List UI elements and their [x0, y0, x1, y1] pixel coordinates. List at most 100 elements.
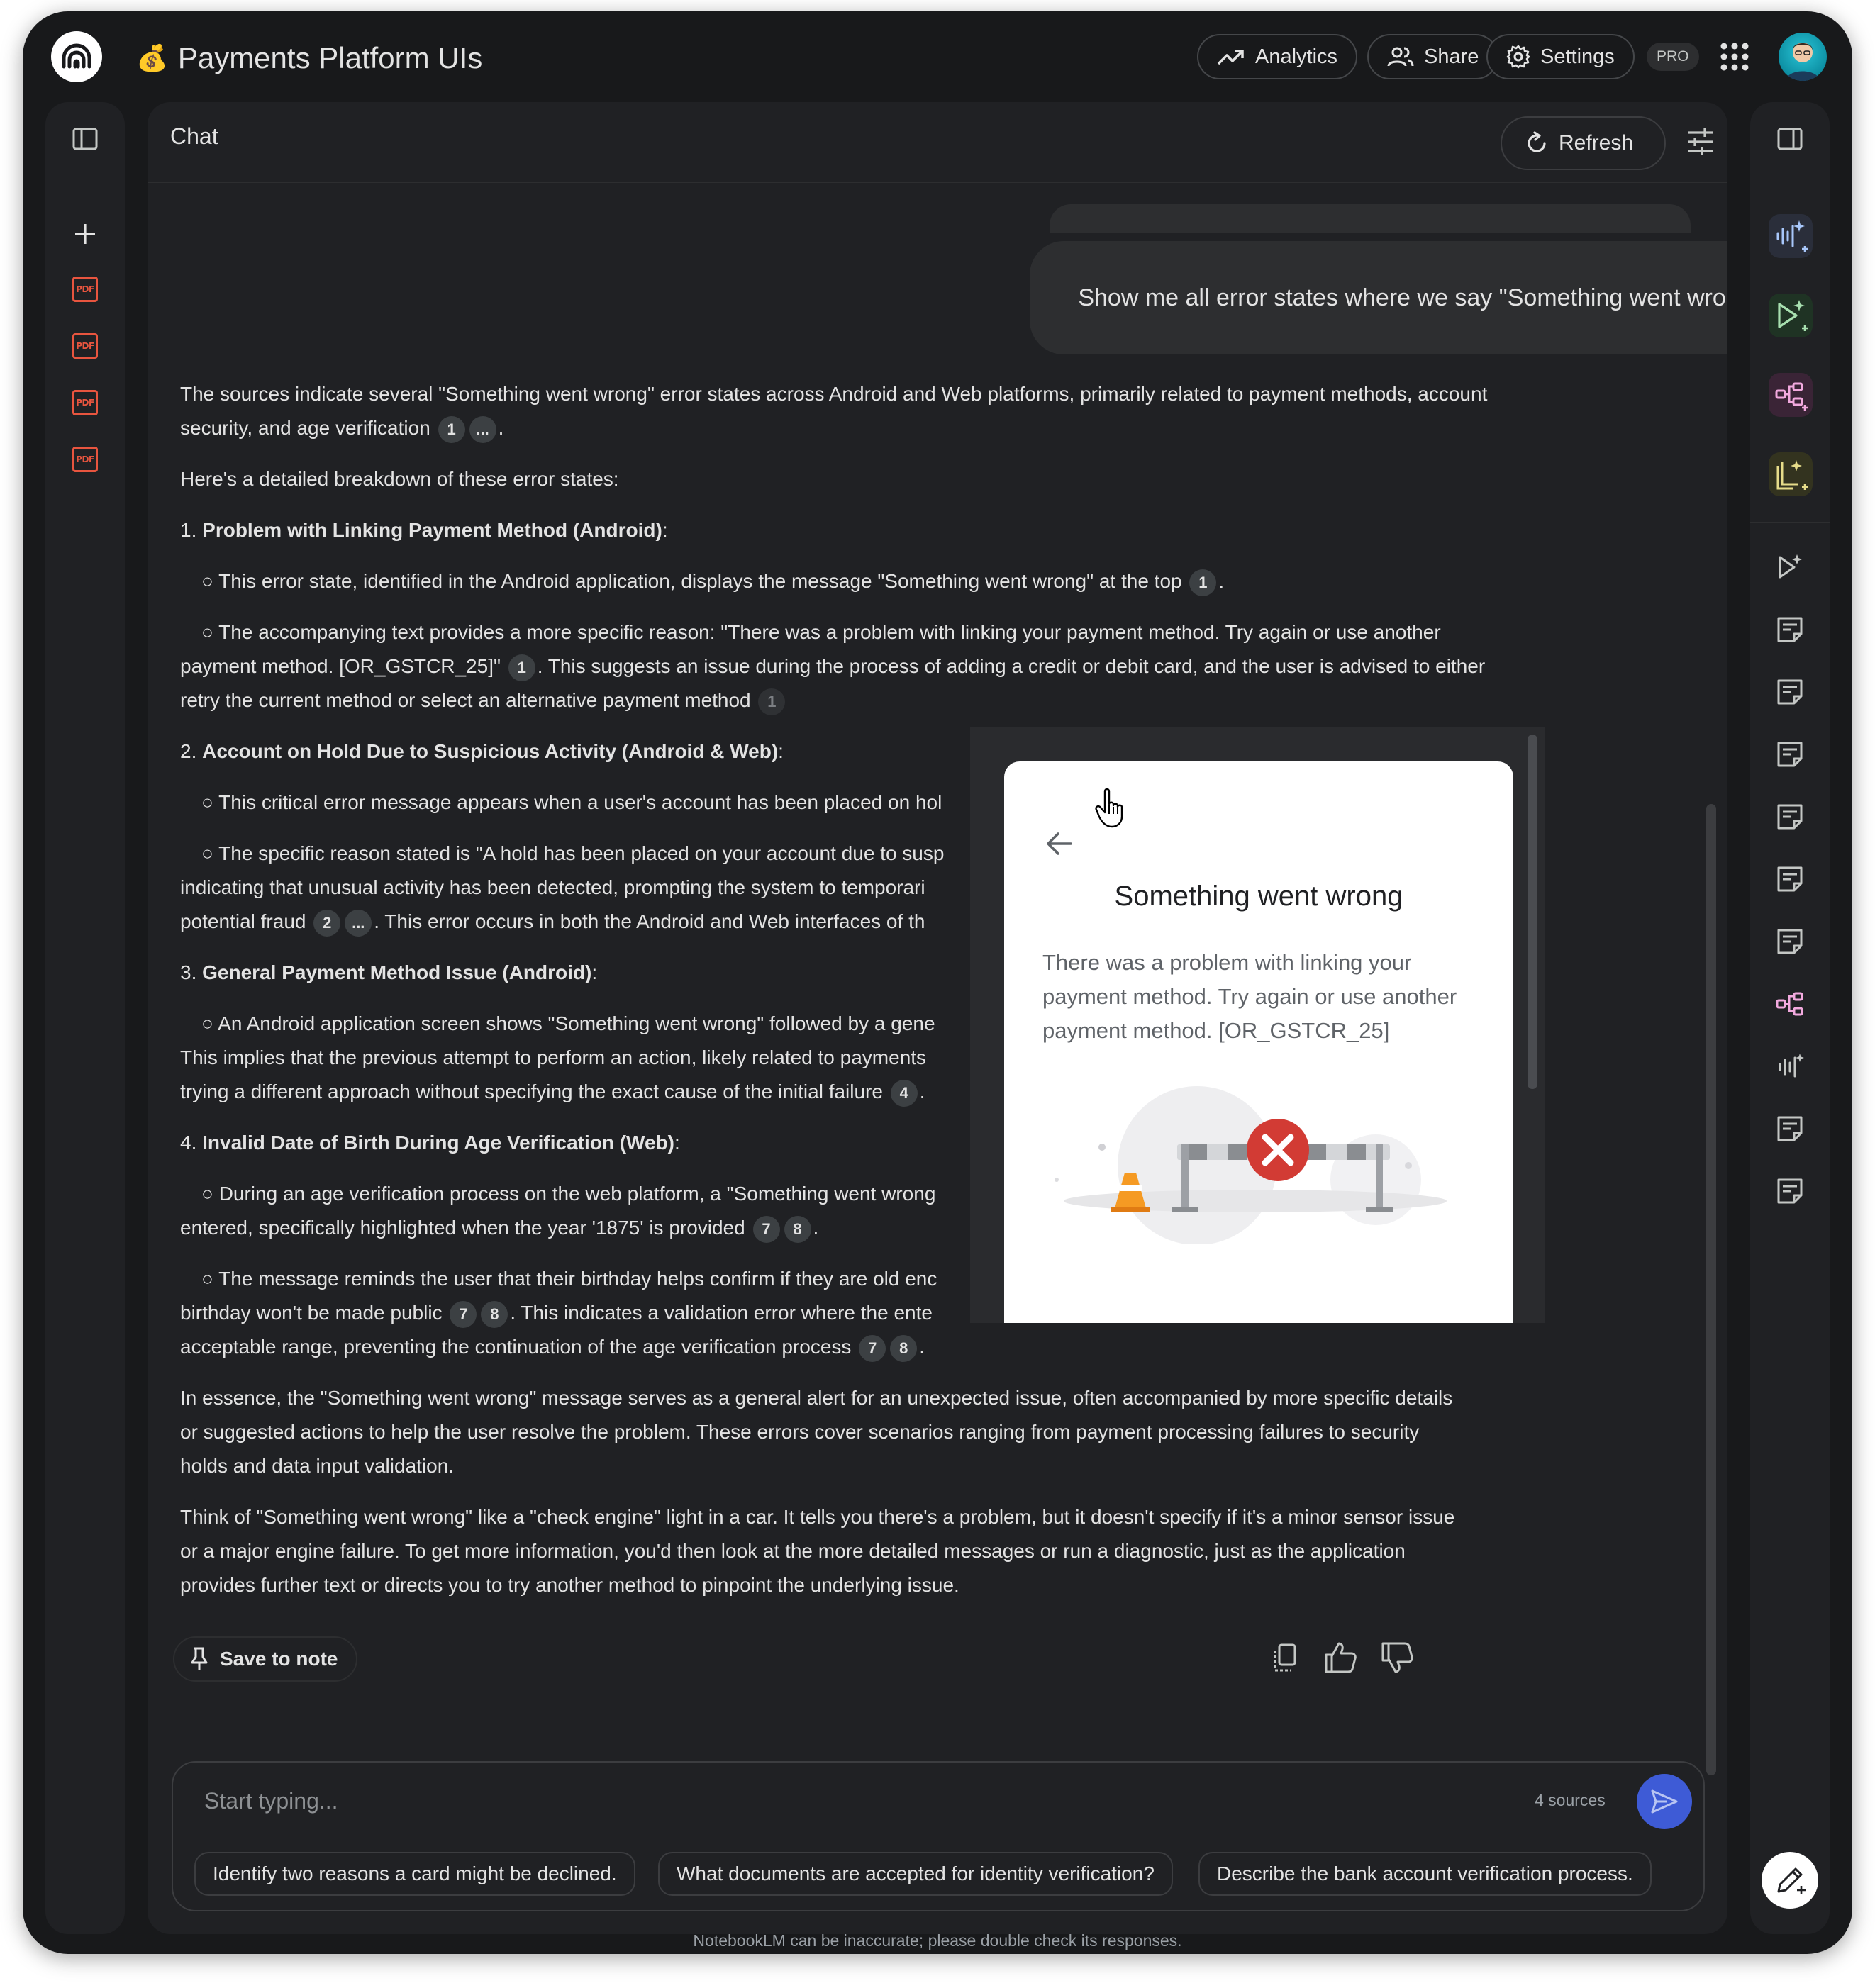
answer-text: ○ During an age verification process on …	[201, 1183, 936, 1205]
thumbs-down-icon[interactable]	[1380, 1641, 1414, 1675]
sources-panel: PDF PDF PDF PDF	[45, 102, 125, 1934]
citation-badge[interactable]: 1	[1189, 569, 1217, 596]
answer-text: The sources indicate several "Something …	[180, 383, 1488, 439]
sources-count: 4 sources	[1535, 1791, 1606, 1809]
money-bag-icon: 💰	[136, 43, 168, 72]
people-icon	[1387, 47, 1414, 67]
notebook-title[interactable]: Payments Platform UIs	[178, 41, 482, 75]
pencil-plus-icon	[1777, 1867, 1806, 1894]
send-arrow-icon	[1651, 1789, 1678, 1814]
sidebar-right-icon	[1777, 128, 1803, 150]
citation-badge-hovered[interactable]: 1	[758, 688, 786, 715]
pdf-source-icon[interactable]: PDF	[72, 447, 98, 472]
error-title: Something went wrong	[1114, 881, 1403, 912]
citation-more-badge[interactable]: ...	[469, 415, 496, 443]
mind-map-button[interactable]	[1769, 373, 1813, 417]
collapse-sources-button[interactable]	[68, 122, 102, 156]
answer-text: Here's a detailed breakdown of these err…	[180, 468, 619, 490]
section-number: 3.	[180, 961, 197, 983]
studio-panel	[1750, 102, 1830, 1934]
arrow-back-icon	[1047, 832, 1072, 855]
tune-sliders-icon[interactable]	[1685, 126, 1716, 157]
copy-icon[interactable]	[1268, 1641, 1302, 1675]
studio-divider	[1750, 522, 1830, 523]
video-overview-button[interactable]	[1769, 294, 1813, 337]
analytics-label: Analytics	[1255, 45, 1338, 68]
answer-text: This implies that the previous attempt t…	[180, 1046, 927, 1068]
collapse-studio-button[interactable]	[1773, 122, 1807, 156]
add-note-button[interactable]	[1762, 1852, 1818, 1909]
disclaimer-text: NotebookLM can be inaccurate; please dou…	[693, 1931, 1182, 1950]
refresh-label: Refresh	[1559, 131, 1634, 155]
citation-more-badge[interactable]: ...	[345, 909, 372, 937]
pdf-source-icon[interactable]: PDF	[72, 277, 98, 302]
send-button[interactable]	[1637, 1774, 1692, 1829]
bullet-item: ○ The accompanying text provides a more …	[180, 615, 1513, 717]
citation-badge[interactable]: 8	[890, 1334, 918, 1362]
notebook-title-area[interactable]: 💰 Payments Platform UIs	[136, 37, 482, 79]
video-note-icon[interactable]	[1776, 553, 1804, 581]
answer-text: potential fraud	[180, 910, 306, 932]
settings-label: Settings	[1540, 45, 1615, 68]
note-icon[interactable]	[1776, 615, 1804, 644]
citation-badge[interactable]: 8	[784, 1215, 811, 1243]
pdf-source-icon[interactable]: PDF	[72, 333, 98, 359]
answer-paragraph: Think of "Something went wrong" like a "…	[180, 1500, 1457, 1602]
mind-map-icon	[1775, 382, 1808, 411]
citation-badge[interactable]: 7	[859, 1334, 886, 1362]
section-title: Problem with Linking Payment Method (And…	[202, 519, 662, 541]
notebooklm-logo[interactable]	[51, 31, 102, 82]
citation-preview-popup[interactable]: Something went wrong There was a problem…	[970, 727, 1545, 1323]
note-icon[interactable]	[1776, 678, 1804, 706]
citation-badge[interactable]: 1	[438, 415, 465, 443]
refresh-button[interactable]: Refresh	[1501, 116, 1667, 170]
citation-badge[interactable]: 8	[481, 1300, 508, 1328]
answer-text: ○ The message reminds the user that thei…	[201, 1268, 938, 1290]
popup-scrollbar[interactable]	[1528, 735, 1537, 1089]
add-source-button[interactable]	[71, 220, 99, 248]
note-icon[interactable]	[1776, 1177, 1804, 1205]
save-to-note-button[interactable]: Save to note	[173, 1636, 358, 1682]
citation-badge[interactable]: 7	[752, 1215, 780, 1243]
source-screenshot-card: Something went wrong There was a problem…	[1004, 761, 1513, 1323]
error-barrier-illustration-icon	[1055, 1086, 1447, 1244]
note-icon[interactable]	[1776, 740, 1804, 769]
reports-button[interactable]	[1769, 452, 1813, 496]
note-icon[interactable]	[1776, 927, 1804, 956]
suggestion-chip[interactable]: What documents are accepted for identity…	[658, 1852, 1173, 1896]
section-number: 4.	[180, 1132, 197, 1154]
settings-button[interactable]: Settings	[1486, 34, 1635, 79]
citation-badge[interactable]: 1	[508, 654, 535, 681]
note-icon[interactable]	[1776, 1115, 1804, 1143]
pdf-source-icon[interactable]: PDF	[72, 390, 98, 415]
suggestion-chip[interactable]: Identify two reasons a card might be dec…	[194, 1852, 635, 1896]
sidebar-left-icon	[72, 128, 98, 150]
audio-note-icon[interactable]	[1776, 1052, 1804, 1080]
suggestion-chip[interactable]: Describe the bank account verification p…	[1198, 1852, 1652, 1896]
citation-badge[interactable]: 7	[450, 1300, 477, 1328]
section-heading: 1. Problem with Linking Payment Method (…	[180, 519, 668, 541]
note-icon[interactable]	[1776, 865, 1804, 893]
user-avatar[interactable]	[1779, 33, 1827, 81]
chat-scrollbar[interactable]	[1706, 804, 1716, 1775]
apps-grid-icon[interactable]	[1719, 41, 1750, 72]
play-sparkle-icon	[1778, 300, 1808, 331]
hand-pointer-cursor-icon	[1095, 788, 1123, 828]
error-body: There was a problem with linking your pa…	[1042, 950, 1457, 1043]
plus-icon	[75, 224, 95, 244]
citation-badge[interactable]: 2	[313, 909, 341, 937]
thumbs-up-icon[interactable]	[1323, 1641, 1357, 1675]
app-window: 💰 Payments Platform UIs Analytics Share …	[23, 11, 1852, 1954]
note-icon[interactable]	[1776, 803, 1804, 831]
save-to-note-label: Save to note	[220, 1648, 338, 1670]
answer-text: trying a different approach without spec…	[180, 1080, 883, 1102]
analytics-button[interactable]: Analytics	[1197, 34, 1358, 79]
share-button[interactable]: Share	[1367, 34, 1499, 79]
answer-text: ○ This critical error message appears wh…	[201, 791, 942, 813]
answer-paragraph: Here's a detailed breakdown of these err…	[180, 462, 1513, 496]
audio-overview-button[interactable]	[1769, 214, 1813, 258]
chat-composer: 4 sources Identify two reasons a card mi…	[172, 1761, 1705, 1911]
mind-map-note-icon[interactable]	[1776, 990, 1804, 1018]
chat-input[interactable]	[204, 1784, 1410, 1818]
citation-badge[interactable]: 4	[890, 1079, 918, 1107]
